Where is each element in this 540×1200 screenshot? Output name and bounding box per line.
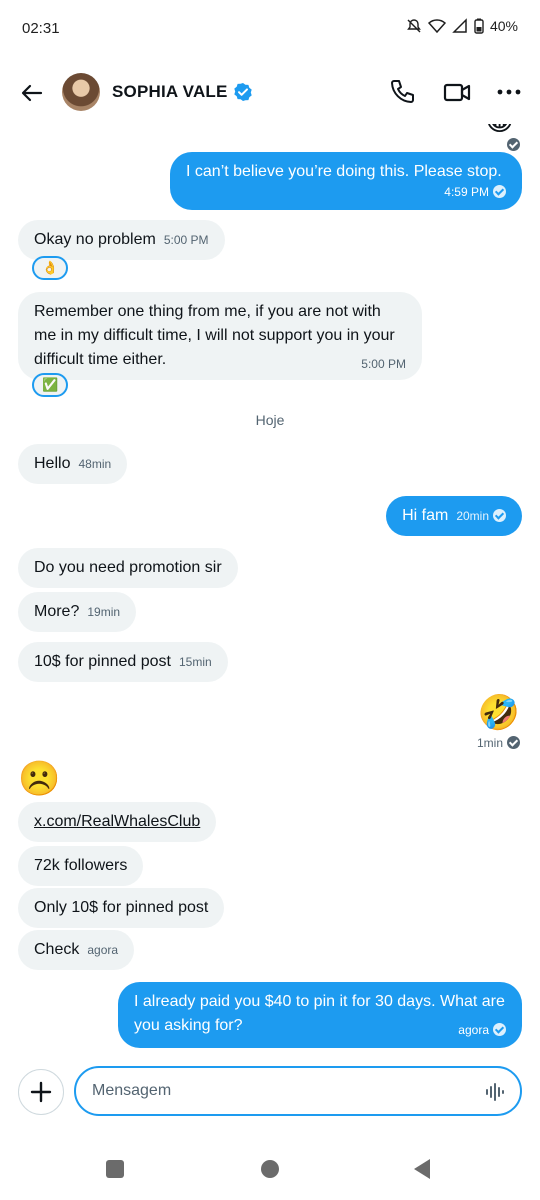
message-link[interactable]: x.com/RealWhalesClub xyxy=(34,813,200,830)
outgoing-message[interactable]: I can’t believe you’re doing this. Pleas… xyxy=(170,152,522,210)
incoming-message[interactable]: More? 19min xyxy=(18,592,137,632)
message-text: Okay no problem xyxy=(34,231,156,248)
read-receipt-icon xyxy=(507,138,520,151)
home-button[interactable] xyxy=(261,1160,279,1178)
outgoing-message[interactable]: Hi fam 20min xyxy=(386,496,522,536)
message-time: 1min xyxy=(477,736,520,750)
more-icon xyxy=(497,89,521,95)
day-separator: Hoje xyxy=(255,412,285,428)
outgoing-message[interactable]: I already paid you $40 to pin it for 30 … xyxy=(118,982,522,1048)
avatar[interactable] xyxy=(62,73,100,111)
message-reaction[interactable]: 👌 xyxy=(32,256,69,280)
back-button[interactable] xyxy=(18,79,46,107)
read-receipt-icon xyxy=(493,509,506,522)
message-time: 20min xyxy=(456,509,489,523)
plus-icon xyxy=(30,1081,52,1103)
recent-apps-button[interactable] xyxy=(106,1160,124,1178)
message-text: Hi fam xyxy=(402,507,449,524)
message-text: More? xyxy=(34,603,80,620)
incoming-message[interactable]: Only 10$ for pinned post xyxy=(18,888,225,928)
message-time: 19min xyxy=(87,605,121,619)
battery-icon xyxy=(474,18,484,34)
back-arrow-icon xyxy=(21,84,43,102)
read-receipt-icon xyxy=(493,1023,506,1036)
incoming-message[interactable]: Remember one thing from me, if you are n… xyxy=(18,292,422,380)
incoming-message[interactable]: 72k followers xyxy=(18,846,144,886)
message-text: I can’t believe you’re doing this. Pleas… xyxy=(186,163,502,180)
message-text: Check xyxy=(34,941,80,958)
message-time: 48min xyxy=(78,457,112,471)
message-text: 72k followers xyxy=(34,857,128,874)
signal-icon xyxy=(452,18,467,33)
status-bar: 02:31 40% xyxy=(0,0,540,58)
message-time: 4:59 PM xyxy=(186,184,506,200)
video-icon[interactable] xyxy=(442,78,472,106)
mute-bell-icon xyxy=(407,19,421,33)
message-input[interactable] xyxy=(74,1066,522,1116)
system-back-button[interactable] xyxy=(414,1159,430,1179)
more-options-button[interactable] xyxy=(494,78,524,106)
incoming-message[interactable]: Do you need promotion sir xyxy=(18,548,238,588)
voice-message-icon[interactable] xyxy=(484,1080,508,1104)
read-receipt-icon xyxy=(493,185,506,198)
wifi-icon xyxy=(427,19,446,34)
incoming-emoji-message[interactable]: ☹️ xyxy=(18,760,60,798)
phone-icon[interactable] xyxy=(388,78,416,106)
message-text: 10$ for pinned post xyxy=(34,653,171,670)
contact-name[interactable]: SOPHIA VALE xyxy=(112,82,228,102)
message-composer xyxy=(0,1064,540,1120)
incoming-message[interactable]: Check agora xyxy=(18,930,135,970)
message-text: Hello xyxy=(34,455,71,472)
message-time: 5:00 PM xyxy=(163,233,209,247)
incoming-message[interactable]: Hello 48min xyxy=(18,444,128,484)
message-time: agora xyxy=(87,943,119,957)
incoming-message[interactable]: 10$ for pinned post 15min xyxy=(18,642,228,682)
verified-badge-icon xyxy=(234,83,252,101)
incoming-message[interactable]: x.com/RealWhalesClub xyxy=(18,802,217,842)
message-text: Do you need promotion sir xyxy=(34,559,222,576)
message-reaction[interactable]: ✅ xyxy=(32,373,69,397)
incoming-message[interactable]: Okay no problem 5:00 PM xyxy=(18,220,225,260)
conversation-header: SOPHIA VALE xyxy=(0,62,540,124)
outgoing-emoji-message[interactable]: 🤣 xyxy=(478,694,520,732)
status-time: 02:31 xyxy=(22,20,60,37)
add-attachment-button[interactable] xyxy=(18,1069,64,1115)
system-navigation-bar xyxy=(0,1140,540,1200)
message-list[interactable]: 😂 I can’t believe you’re doing this. Ple… xyxy=(0,124,540,1064)
message-time: 15min xyxy=(179,655,212,669)
battery-percentage: 40% xyxy=(489,18,518,34)
read-receipt-icon xyxy=(507,736,520,749)
message-text: Only 10$ for pinned post xyxy=(34,899,209,916)
status-icons: 40% xyxy=(406,18,518,34)
